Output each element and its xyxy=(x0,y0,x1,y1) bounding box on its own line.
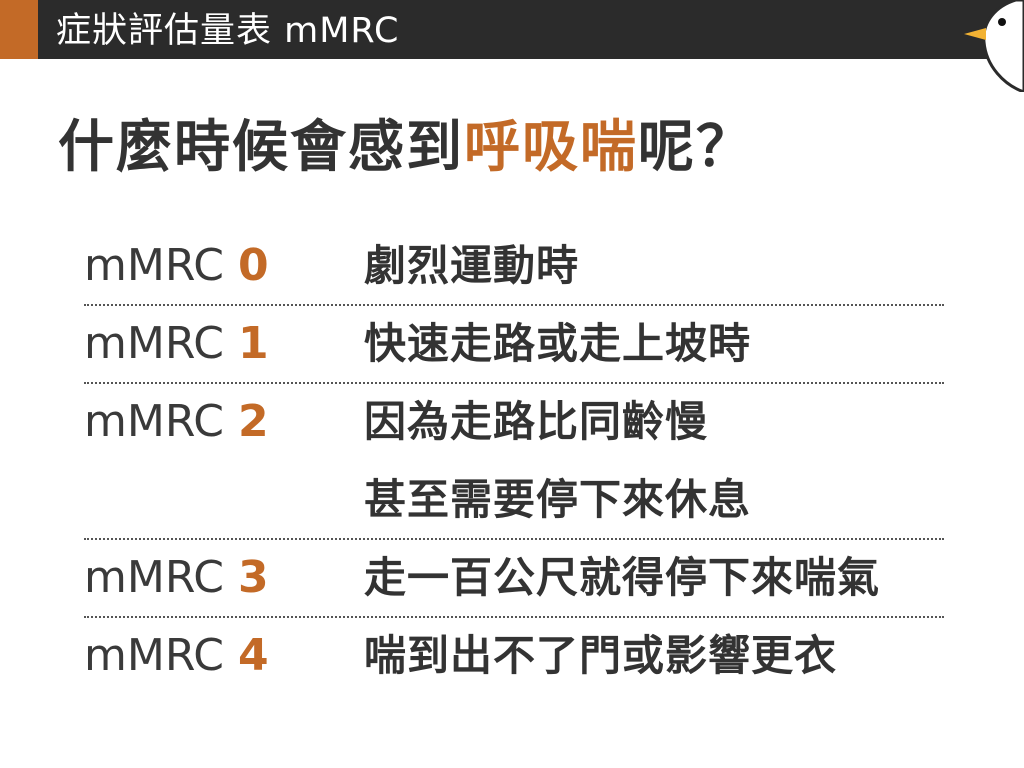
scale-level: 4 xyxy=(237,630,269,681)
description-line: 喘到出不了門或影響更衣 xyxy=(364,631,838,680)
header-accent xyxy=(0,0,38,59)
scale-row: mMRC 2 因為走路比同齡慢 甚至需要停下來休息 xyxy=(84,384,944,540)
question-suffix: 呢？ xyxy=(638,115,754,180)
scale-prefix: mMRC xyxy=(84,552,224,603)
scale-label: mMRC 3 xyxy=(84,550,364,606)
slide: 症狀評估量表 mMRC 什麼時候會感到呼吸喘呢？ mMRC 0 劇烈運動時 mM… xyxy=(0,0,1024,768)
scale-row: mMRC 4 喘到出不了門或影響更衣 xyxy=(84,618,944,694)
bird-mascot-icon xyxy=(964,0,1024,92)
description-line: 快速走路或走上坡時 xyxy=(364,319,752,368)
scale-label: mMRC 2 xyxy=(84,394,364,450)
scale-description: 劇烈運動時 xyxy=(364,238,944,294)
scale-level: 2 xyxy=(237,396,269,447)
question-heading: 什麼時候會感到呼吸喘呢？ xyxy=(58,112,754,184)
scale-prefix: mMRC xyxy=(84,318,224,369)
header-title: 症狀評估量表 mMRC xyxy=(56,11,400,51)
description-line: 甚至需要停下來休息 xyxy=(364,475,752,524)
scale-row: mMRC 3 走一百公尺就得停下來喘氣 xyxy=(84,540,944,618)
scale-level: 1 xyxy=(237,318,269,369)
scale-description: 因為走路比同齡慢 甚至需要停下來休息 xyxy=(364,394,944,528)
scale-description: 走一百公尺就得停下來喘氣 xyxy=(364,550,944,606)
scale-label: mMRC 1 xyxy=(84,316,364,372)
description-line: 走一百公尺就得停下來喘氣 xyxy=(364,553,881,602)
question-highlight: 呼吸喘 xyxy=(464,115,638,180)
scale-prefix: mMRC xyxy=(84,240,224,291)
scale-row: mMRC 0 劇烈運動時 xyxy=(84,228,944,306)
scale-description: 喘到出不了門或影響更衣 xyxy=(364,628,944,684)
scale-prefix: mMRC xyxy=(84,630,224,681)
mmrc-scale-list: mMRC 0 劇烈運動時 mMRC 1 快速走路或走上坡時 mMRC 2 因為走… xyxy=(84,228,944,694)
scale-label: mMRC 4 xyxy=(84,628,364,684)
scale-prefix: mMRC xyxy=(84,396,224,447)
scale-label: mMRC 0 xyxy=(84,238,364,294)
scale-row: mMRC 1 快速走路或走上坡時 xyxy=(84,306,944,384)
question-prefix: 什麼時候會感到 xyxy=(58,115,464,180)
description-line: 劇烈運動時 xyxy=(364,241,580,290)
description-line: 因為走路比同齡慢 xyxy=(364,397,709,446)
scale-level: 0 xyxy=(237,240,269,291)
scale-level: 3 xyxy=(237,552,269,603)
scale-description: 快速走路或走上坡時 xyxy=(364,316,944,372)
